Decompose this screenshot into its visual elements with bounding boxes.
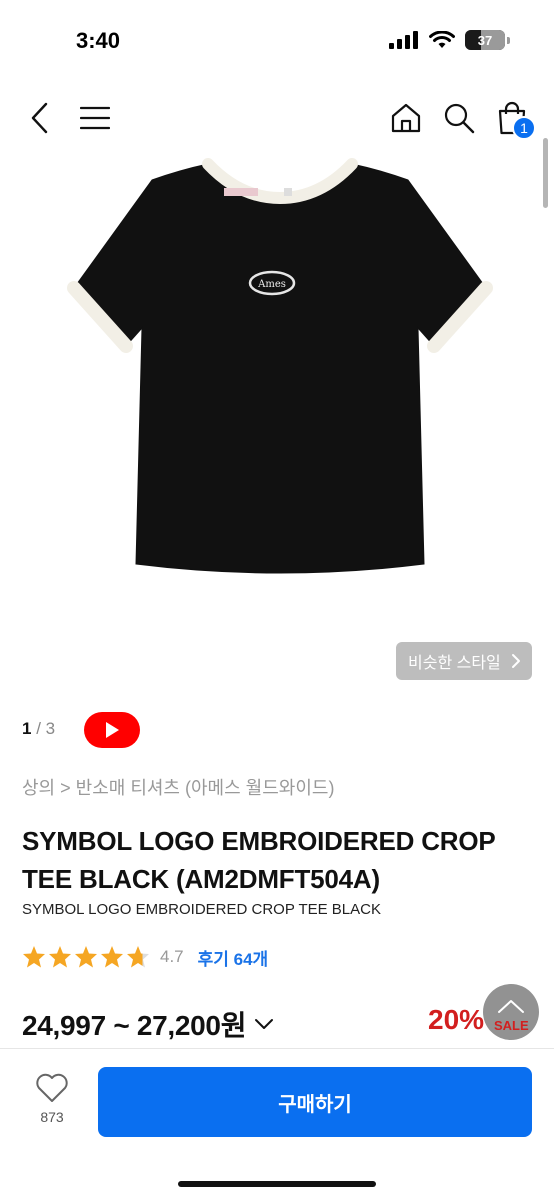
top-navigation: 1 bbox=[0, 96, 554, 144]
chevron-right-icon bbox=[511, 654, 520, 668]
video-play-button[interactable] bbox=[84, 712, 140, 748]
home-indicator bbox=[178, 1181, 376, 1187]
embroidered-logo-text: Ames bbox=[257, 279, 286, 290]
similar-style-label: 비슷한 스타일 bbox=[408, 655, 501, 672]
review-count-link[interactable]: 후기 64개 bbox=[198, 945, 269, 970]
wifi-icon bbox=[429, 31, 455, 48]
image-counter-total: 3 bbox=[45, 719, 56, 738]
image-counter-separator: / bbox=[36, 719, 41, 738]
status-icons: 37 bbox=[389, 30, 510, 50]
rating-row: 4.7 후기 64개 bbox=[22, 944, 268, 970]
back-button[interactable] bbox=[18, 96, 62, 140]
star-icon bbox=[127, 946, 149, 968]
cellular-signal-icon bbox=[389, 31, 418, 49]
battery-indicator: 37 bbox=[465, 30, 505, 50]
price-expand-button[interactable] bbox=[254, 1018, 274, 1030]
category-breadcrumb[interactable]: 상의 > 반소매 티셔츠 (아메스 월드와이드) bbox=[22, 774, 334, 800]
price-range: 24,997 ~ 27,200원 bbox=[22, 1010, 247, 1041]
chevron-left-icon bbox=[31, 102, 48, 134]
similar-style-button[interactable]: 비슷한 스타일 bbox=[396, 642, 532, 680]
play-icon bbox=[106, 722, 119, 738]
rating-value: 4.7 bbox=[160, 947, 184, 966]
home-icon bbox=[391, 103, 421, 133]
buy-button[interactable]: 구매하기 bbox=[98, 1067, 532, 1137]
like-count: 873 bbox=[40, 1109, 64, 1125]
star-icon bbox=[75, 946, 97, 968]
status-time: 3:40 bbox=[76, 28, 121, 53]
product-image[interactable]: Ames bbox=[40, 150, 520, 600]
battery-tip bbox=[507, 36, 510, 44]
star-icon bbox=[23, 946, 45, 968]
star-icon bbox=[49, 946, 71, 968]
chevron-up-icon bbox=[498, 1000, 524, 1013]
search-button[interactable] bbox=[437, 96, 481, 140]
scroll-indicator bbox=[543, 138, 548, 208]
cart-count-badge: 1 bbox=[512, 116, 536, 140]
search-icon bbox=[444, 103, 475, 134]
status-bar: 3:40 37 bbox=[0, 0, 554, 80]
heart-icon bbox=[36, 1073, 68, 1102]
chevron-down-icon bbox=[255, 1019, 274, 1029]
star-rating bbox=[22, 945, 150, 969]
discount-rate: 20% bbox=[428, 1004, 485, 1035]
bottom-action-bar: 873 구매하기 bbox=[0, 1048, 554, 1200]
product-title: SYMBOL LOGO EMBROIDERED CROP TEE BLACK (… bbox=[22, 826, 496, 894]
image-counter-current: 1 bbox=[22, 719, 32, 738]
like-button[interactable]: 873 bbox=[22, 1073, 82, 1125]
cart-button[interactable]: 1 bbox=[490, 96, 536, 140]
battery-level: 37 bbox=[477, 32, 493, 48]
image-counter: 1 / 3 bbox=[22, 719, 55, 739]
product-subtitle: SYMBOL LOGO EMBROIDERED CROP TEE BLACK bbox=[22, 901, 381, 918]
sale-label: SALE bbox=[494, 1018, 529, 1033]
menu-button[interactable] bbox=[73, 96, 117, 140]
hamburger-menu-icon bbox=[80, 106, 110, 130]
star-icon bbox=[101, 946, 123, 968]
price-row: 24,997 ~ 27,200원 bbox=[22, 1004, 274, 1044]
home-button[interactable] bbox=[384, 96, 428, 140]
